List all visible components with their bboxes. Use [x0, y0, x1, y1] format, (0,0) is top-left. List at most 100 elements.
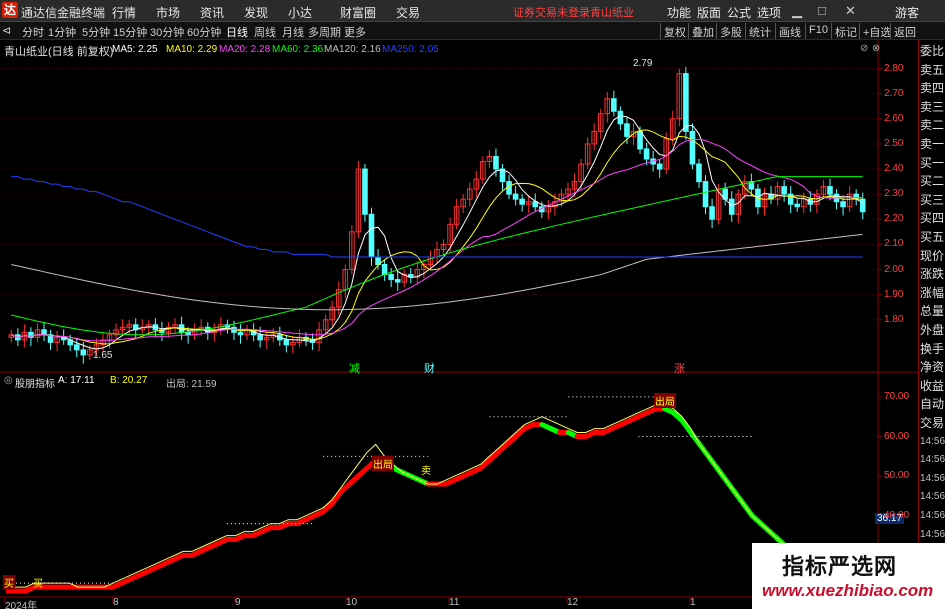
btn-biaoji[interactable]: 标记 — [831, 23, 860, 39]
side-panel-item[interactable]: 净资 — [920, 360, 944, 374]
candle-down — [283, 339, 290, 346]
side-panel-item[interactable]: 交易 — [920, 416, 944, 430]
tab-30min[interactable]: 30分钟 — [150, 24, 184, 40]
candle-down — [840, 201, 846, 208]
menu-caifuquan[interactable]: 财富圈 — [340, 4, 376, 21]
chart-canvas[interactable] — [0, 40, 918, 609]
side-panel-item[interactable]: 14:56 — [920, 509, 945, 523]
ma5-label: MA5: 2.25 — [112, 44, 158, 55]
side-panel-item[interactable]: 外盘 — [920, 323, 944, 337]
collapse-icon[interactable]: ⊘ — [860, 43, 868, 54]
btn-tongji[interactable]: 统计 — [745, 23, 774, 39]
indicator-a-line — [8, 404, 858, 588]
side-panel-item[interactable]: 总量 — [920, 304, 944, 318]
ma10-label: MA10: 2.29 — [166, 44, 218, 55]
menu-hangqing[interactable]: 行情 — [112, 4, 136, 21]
menu-gongneng[interactable]: 功能 — [667, 4, 691, 21]
marker-jian[interactable]: 减 — [349, 360, 360, 376]
main-y-label: 2.40 — [884, 163, 904, 175]
side-panel-item[interactable]: 卖一 — [920, 137, 944, 151]
menu-faxian[interactable]: 发现 — [244, 4, 268, 21]
menu-shichang[interactable]: 市场 — [156, 4, 180, 21]
btn-f10[interactable]: F10 — [805, 23, 831, 39]
side-panel-item[interactable]: 卖二 — [920, 118, 944, 132]
menu-banmian[interactable]: 版面 — [697, 4, 721, 21]
tab-more[interactable]: 更多 — [344, 24, 366, 40]
app-logo-icon: 达 — [2, 2, 18, 18]
candle-down — [41, 329, 47, 336]
candle-down — [637, 130, 643, 150]
menu-zixun[interactable]: 资讯 — [200, 4, 224, 21]
indicator-y-label: 70.00 — [884, 390, 910, 402]
side-panel-item[interactable]: 委比 — [920, 44, 944, 58]
tab-rixian[interactable]: 日线 — [226, 24, 248, 40]
side-panel-item[interactable]: 卖三 — [920, 100, 944, 114]
tab-zhouxian[interactable]: 周线 — [254, 24, 276, 40]
tab-duozhouqi[interactable]: 多周期 — [308, 24, 341, 40]
side-panel-item[interactable]: 收益 — [920, 379, 944, 393]
marker-cai[interactable]: 财 — [424, 360, 435, 376]
x-label-12: 12 — [567, 597, 579, 608]
candle-down — [80, 349, 87, 356]
tab-yuexian[interactable]: 月线 — [282, 24, 304, 40]
candle-down — [656, 163, 663, 170]
candle-down — [499, 168, 506, 183]
maximize-icon[interactable]: □ — [818, 3, 826, 18]
main-chart-title: 青山纸业(日线 前复权) — [4, 46, 114, 58]
btn-duogu[interactable]: 多股 — [716, 23, 745, 39]
indicator-title: 股朋指标 — [15, 379, 55, 390]
btn-fanhui[interactable]: 返回 — [890, 23, 919, 39]
side-panel-item[interactable]: 买四 — [920, 211, 944, 225]
side-panel-item[interactable]: 14:56 — [920, 528, 945, 542]
minimize-icon[interactable]: ▁ — [792, 3, 802, 19]
ma20-label: MA20: 2.28 — [219, 44, 271, 55]
menu-xiaoda[interactable]: 小达 — [288, 4, 312, 21]
indicator-y-label: 50.00 — [884, 470, 910, 482]
side-panel-item[interactable]: 买二 — [920, 174, 944, 188]
side-panel-item[interactable]: 买三 — [920, 193, 944, 207]
side-panel-item[interactable]: 14:56 — [920, 435, 945, 449]
guest-label[interactable]: 游客 — [895, 4, 919, 21]
signal-buy-tag-2: 买 — [33, 579, 43, 590]
side-panel-item[interactable]: 自动 — [920, 397, 944, 411]
ma10-line — [11, 129, 863, 345]
btn-fuquan[interactable]: 复权 — [660, 23, 689, 39]
main-y-label: 1.90 — [884, 288, 904, 300]
menu-jiaoyi[interactable]: 交易 — [396, 4, 420, 21]
menu-bar: 达 通达信金融终端 行情 市场 资讯 发现 小达 财富圈 交易 证券交易未登录 … — [0, 0, 945, 22]
main-y-label: 2.80 — [884, 62, 904, 74]
side-panel-item[interactable]: 涨跌 — [920, 267, 944, 281]
side-panel-item[interactable]: 14:56 — [920, 453, 945, 467]
side-panel-item[interactable]: 涨幅 — [920, 286, 944, 300]
side-panel-item[interactable]: 换手 — [920, 342, 944, 356]
x-label-10: 10 — [346, 597, 358, 608]
side-panel-item[interactable]: 卖五 — [920, 63, 944, 77]
ma60-label: MA60: 2.36 — [272, 44, 324, 55]
nav-back-icon[interactable]: ⊲ — [2, 24, 11, 37]
btn-huaxian[interactable]: 画线 — [775, 23, 804, 39]
marker-zhang[interactable]: 涨 — [674, 360, 685, 376]
close-icon[interactable]: ✕ — [845, 3, 856, 19]
tab-15min[interactable]: 15分钟 — [113, 24, 147, 40]
side-panel-item[interactable]: 14:56 — [920, 472, 945, 486]
main-y-label: 2.60 — [884, 112, 904, 124]
menu-xuanxiang[interactable]: 选项 — [757, 4, 781, 21]
menu-gongshi[interactable]: 公式 — [727, 4, 751, 21]
candle-down — [362, 168, 368, 215]
side-panel-item[interactable]: 买五 — [920, 230, 944, 244]
tab-60min[interactable]: 60分钟 — [187, 24, 221, 40]
side-panel-item[interactable]: 现价 — [920, 249, 944, 263]
login-notice[interactable]: 证券交易未登录 — [513, 4, 590, 20]
tab-fenshi[interactable]: 分时 — [22, 24, 44, 40]
tab-5min[interactable]: 5分钟 — [82, 24, 110, 40]
candle-down — [728, 198, 735, 215]
expand-icon[interactable]: ⊗ — [872, 43, 880, 54]
signal-out-tag-2: 出局 — [654, 393, 676, 408]
low-price-label: 1.65 — [93, 350, 113, 361]
side-panel-item[interactable]: 卖四 — [920, 81, 944, 95]
side-panel-item[interactable]: 买一 — [920, 156, 944, 170]
main-y-label: 2.00 — [884, 263, 904, 275]
side-panel-item[interactable]: 14:56 — [920, 490, 945, 504]
tab-1min[interactable]: 1分钟 — [48, 24, 76, 40]
btn-diejia[interactable]: 叠加 — [688, 23, 717, 39]
